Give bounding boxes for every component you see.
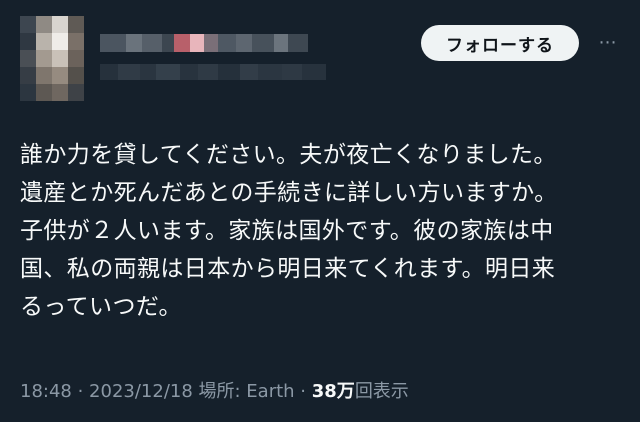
avatar-pixel [68,33,84,50]
separator: · [71,381,90,402]
tweet-text: 誰か力を貸してください。夫が夜亡くなりました。 遺産とか死んだあとの手続きに詳し… [20,136,630,326]
more-options-icon[interactable]: ⋯ [594,33,622,53]
avatar-pixel [20,50,36,67]
pixel-block [302,64,326,80]
tweet-metadata: 18:48 · 2023/12/18 場所: Earth · 38万回表示 [20,380,409,404]
pixel-block [140,64,156,80]
avatar-pixel [52,33,68,50]
avatar-pixel [68,50,84,67]
tweet-time[interactable]: 18:48 [20,381,72,402]
avatar-pixel [52,16,68,33]
pixel-block [118,64,140,80]
pixel-block [282,64,302,80]
separator: · [294,381,312,402]
pixel-block [274,34,288,52]
follow-button[interactable]: フォローする [421,25,579,61]
avatar-pixel [36,50,52,67]
tweet-text-line: 誰か力を貸してください。夫が夜亡くなりました。 [20,142,557,168]
pixel-block [142,34,162,52]
avatar-pixel [20,84,36,101]
pixel-block [174,34,190,52]
avatar-pixel [68,16,84,33]
tweet-date[interactable]: 2023/12/18 [89,381,193,402]
avatar-pixel [20,67,36,84]
pixel-block [198,64,218,80]
pixel-block [218,64,240,80]
display-name[interactable] [100,34,308,52]
pixel-block [162,34,174,52]
avatar-pixel [52,50,68,67]
avatar-pixel [36,67,52,84]
pixel-block [258,64,282,80]
pixel-block [252,34,274,52]
avatar[interactable] [20,16,84,101]
pixel-block [288,34,308,52]
pixel-block [240,64,258,80]
pixel-block [236,34,252,52]
pixel-block [190,34,204,52]
tweet-text-line: 子供が２人います。家族は国外です。彼の家族は中 [20,218,554,244]
avatar-pixel [52,67,68,84]
tweet-text-line: るっていつだ。 [20,294,182,320]
avatar-pixel [52,84,68,101]
avatar-pixel [36,33,52,50]
user-handle[interactable] [100,64,326,80]
pixel-block [180,64,198,80]
pixel-block [126,34,142,52]
pixel-block [100,64,118,80]
avatar-pixel [36,16,52,33]
pixel-block [100,34,126,52]
tweet-text-line: 遺産とか死んだあとの手続きに詳しい方いますか。 [20,180,558,206]
pixel-block [218,34,236,52]
tweet-location: 場所: Earth [192,381,295,402]
avatar-pixel [20,16,36,33]
avatar-pixel [68,67,84,84]
pixel-block [156,64,180,80]
pixel-block [204,34,218,52]
tweet-text-line: 国、私の両親は日本から明日来てくれます。明日来 [20,256,556,282]
avatar-pixel [36,84,52,101]
avatar-pixel [20,33,36,50]
avatar-pixel [68,84,84,101]
views-label: 回表示 [354,381,409,402]
views-count: 38万 [311,381,355,402]
tweet-header: フォローする ⋯ [0,0,640,101]
